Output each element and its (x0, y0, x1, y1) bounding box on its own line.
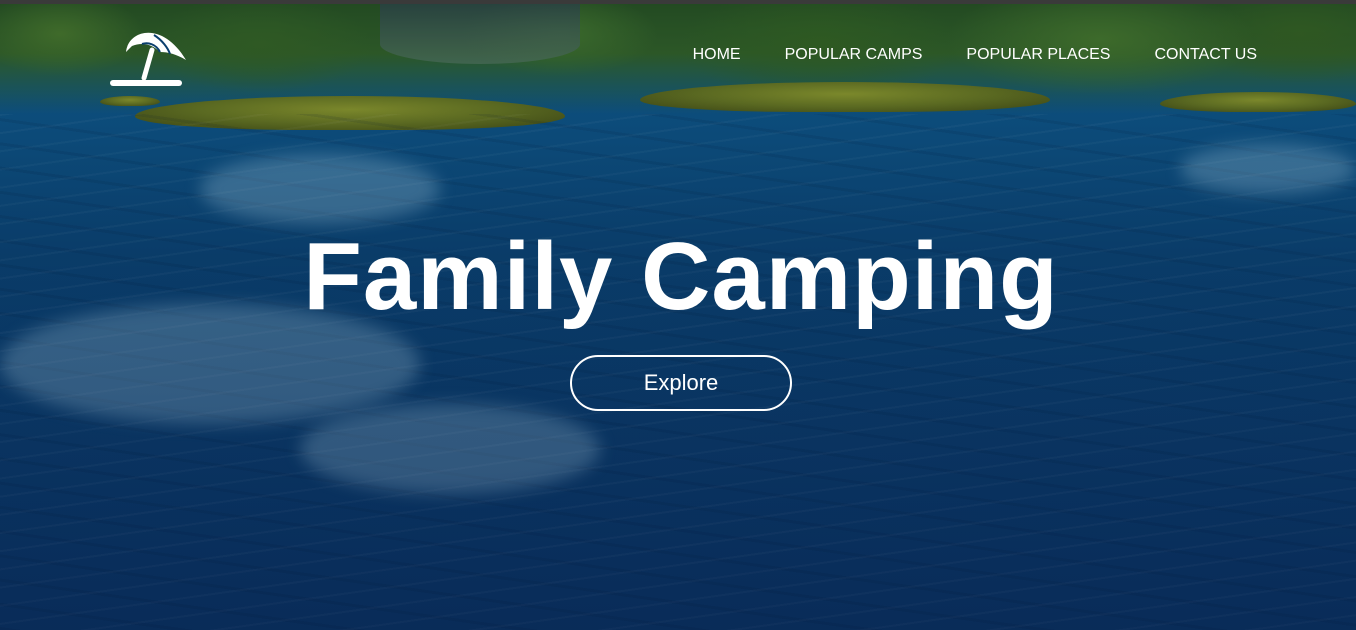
nav-popular-camps[interactable]: POPULAR CAMPS (763, 44, 945, 66)
beach-umbrella-icon (110, 32, 186, 86)
nav-contact-us[interactable]: CONTACT US (1132, 44, 1257, 66)
explore-button[interactable]: Explore (570, 355, 792, 411)
main-nav: HOME POPULAR CAMPS POPULAR PLACES CONTAC… (671, 44, 1257, 66)
browser-top-strip (0, 0, 1356, 4)
nav-home[interactable]: HOME (671, 44, 763, 66)
nav-popular-places[interactable]: POPULAR PLACES (944, 44, 1132, 66)
hero-title: Family Camping (303, 223, 1059, 330)
site-logo[interactable] (108, 22, 192, 90)
